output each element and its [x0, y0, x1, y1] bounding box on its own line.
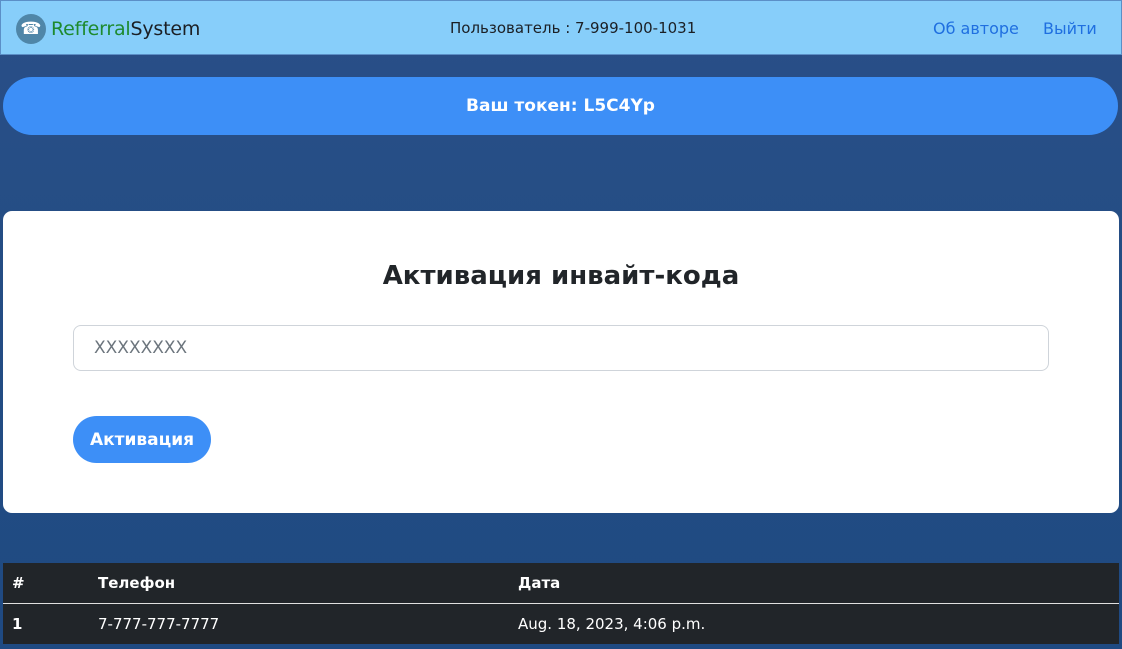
column-header-date: Дата	[509, 563, 1119, 604]
phone-icon: ☎	[16, 14, 46, 44]
about-author-link[interactable]: Об авторе	[933, 19, 1019, 38]
referrals-table: # Телефон Дата 1 7-777-777-7777 Aug. 18,…	[3, 563, 1119, 644]
navbar: ☎ RefferralSystem Пользователь : 7-999-1…	[0, 0, 1122, 55]
user-info: Пользователь : 7-999-100-1031	[450, 19, 697, 37]
table-row: 1 7-777-777-7777 Aug. 18, 2023, 4:06 p.m…	[3, 604, 1119, 645]
activation-card: Активация инвайт-кода Активация	[3, 211, 1119, 513]
activation-title: Активация инвайт-кода	[382, 261, 740, 291]
brand-name: RefferralSystem	[51, 18, 200, 40]
activate-button[interactable]: Активация	[73, 416, 211, 463]
token-banner: Ваш токен: L5C4Yp	[3, 77, 1118, 135]
invite-code-input[interactable]	[73, 325, 1049, 371]
logout-link[interactable]: Выйти	[1043, 19, 1097, 38]
cell-number: 1	[12, 615, 23, 633]
column-header-phone: Телефон	[89, 563, 509, 604]
brand-name-part2: System	[130, 18, 201, 40]
table-header-row: # Телефон Дата	[3, 563, 1119, 604]
brand[interactable]: ☎ RefferralSystem	[16, 14, 200, 44]
token-text: Ваш токен: L5C4Yp	[466, 96, 655, 116]
brand-name-part1: Refferral	[51, 18, 131, 40]
column-header-number: #	[3, 563, 89, 604]
cell-date: Aug. 18, 2023, 4:06 p.m.	[518, 615, 706, 633]
cell-phone: 7-777-777-7777	[98, 615, 220, 633]
